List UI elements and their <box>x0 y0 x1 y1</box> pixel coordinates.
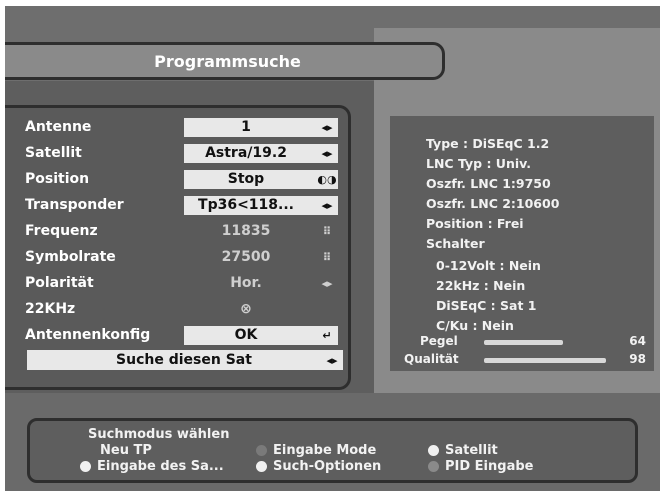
satellit-selector[interactable]: Astra/19.2 ◂▸ <box>184 143 338 163</box>
white-key-icon <box>428 445 439 456</box>
setting-label: Polarität <box>25 275 94 291</box>
left-right-arrows-icon: ◂▸ <box>326 353 338 367</box>
setting-value: OK <box>234 327 258 343</box>
tv-screen: Programmsuche Antenne 1 ◂▸ Satellit Astr… <box>5 6 660 491</box>
setting-value: Stop <box>227 171 265 187</box>
setting-value: 1 <box>241 119 251 135</box>
qualitaet-label: Qualität <box>404 352 459 366</box>
settings-panel: Antenne 1 ◂▸ Satellit Astra/19.2 ◂▸ Posi… <box>5 105 351 390</box>
search-button-label: Suche diesen Sat <box>116 352 252 368</box>
help-item-such-optionen[interactable]: Such-Optionen <box>256 459 381 474</box>
symbolrate-value: 27500 ⠿ <box>184 248 338 267</box>
setting-row-frequenz: Frequenz 11835 ⠿ <box>25 220 343 242</box>
setting-value: Tp36<118... <box>198 197 294 213</box>
setting-label: Antenne <box>25 119 92 135</box>
white-key-icon <box>80 461 91 472</box>
search-mode-help-box: Suchmodus wählen Neu TP Eingabe Mode Sat… <box>27 418 638 483</box>
setting-label: Satellit <box>25 145 82 161</box>
left-right-arrows-icon: ◂▸ <box>321 120 333 134</box>
info-lnc-type: LNC Typ : Univ. <box>426 156 532 171</box>
setting-row-position[interactable]: Position Stop ◐◑ <box>25 168 343 190</box>
setting-label: Symbolrate <box>25 249 116 265</box>
info-type: Type : DiSEqC 1.2 <box>426 136 550 151</box>
setting-label: Position <box>25 171 90 187</box>
info-012volt: 0-12Volt : Nein <box>436 258 541 273</box>
search-this-sat-button[interactable]: Suche diesen Sat ◂▸ <box>27 350 343 370</box>
setting-value: 27500 <box>221 249 271 265</box>
info-22khz: 22kHz : Nein <box>436 278 526 293</box>
setting-row-antennenkonfig[interactable]: Antennenkonfig OK ↵ <box>25 324 343 346</box>
info-lnc2: Oszfr. LNC 2:10600 <box>426 196 560 211</box>
help-item-neu-tp[interactable]: Neu TP <box>100 443 152 458</box>
setting-row-22khz: 22KHz ⊗ <box>25 298 343 320</box>
pegel-meter-bar <box>484 340 564 345</box>
grey-key-icon <box>428 461 439 472</box>
antennenkonfig-ok-button[interactable]: OK ↵ <box>184 325 338 345</box>
frequenz-value: 11835 ⠿ <box>184 222 338 241</box>
setting-row-antenne[interactable]: Antenne 1 ◂▸ <box>25 116 343 138</box>
info-lnc1: Oszfr. LNC 1:9750 <box>426 176 551 191</box>
numeric-keypad-icon: ⠿ <box>322 250 332 264</box>
setting-label: 22KHz <box>25 301 76 317</box>
22khz-value: ⊗ <box>184 300 338 319</box>
setting-value: 11835 <box>221 223 271 239</box>
info-cku: C/Ku : Nein <box>436 318 514 333</box>
left-right-arrows-icon: ◂▸ <box>321 198 333 212</box>
setting-label: Antennenkonfig <box>25 327 151 343</box>
white-key-icon <box>256 461 267 472</box>
help-heading: Suchmodus wählen <box>88 427 230 442</box>
pegel-label: Pegel <box>420 334 458 348</box>
transponder-selector[interactable]: Tp36<118... ◂▸ <box>184 195 338 215</box>
info-position: Position : Frei <box>426 216 524 231</box>
antenne-selector[interactable]: 1 ◂▸ <box>184 117 338 137</box>
setting-row-transponder[interactable]: Transponder Tp36<118... ◂▸ <box>25 194 343 216</box>
setting-row-satellit[interactable]: Satellit Astra/19.2 ◂▸ <box>25 142 343 164</box>
antenna-info-panel: Type : DiSEqC 1.2 LNC Typ : Univ. Oszfr.… <box>390 116 654 371</box>
help-item-satellit[interactable]: Satellit <box>428 443 498 458</box>
polaritaet-value: Hor. ◂▸ <box>184 274 338 293</box>
pegel-value: 64 <box>629 334 646 348</box>
disabled-circle-icon: ⊗ <box>240 301 252 317</box>
setting-value: Astra/19.2 <box>205 145 287 161</box>
title-bar: Programmsuche <box>5 42 445 80</box>
numeric-keypad-icon: ⠿ <box>322 224 332 238</box>
help-item-eingabe-des-sat[interactable]: Eingabe des Sa... <box>80 459 224 474</box>
info-switch-heading: Schalter <box>426 236 485 251</box>
qualitaet-value: 98 <box>629 352 646 366</box>
left-right-arrows-icon: ◂▸ <box>321 276 333 290</box>
enter-icon: ↵ <box>322 328 332 342</box>
setting-value: Hor. <box>230 275 262 291</box>
setting-label: Transponder <box>25 197 124 213</box>
page-title: Programmsuche <box>154 51 301 71</box>
help-item-pid-eingabe[interactable]: PID Eingabe <box>428 459 533 474</box>
help-item-eingabe-mode[interactable]: Eingabe Mode <box>256 443 376 458</box>
info-diseqc: DiSEqC : Sat 1 <box>436 298 537 313</box>
setting-label: Frequenz <box>25 223 98 239</box>
motor-rotate-icon: ◐◑ <box>317 172 337 186</box>
qualitaet-meter-bar <box>484 358 606 363</box>
setting-row-polaritaet: Polarität Hor. ◂▸ <box>25 272 343 294</box>
position-selector[interactable]: Stop ◐◑ <box>184 169 338 189</box>
setting-row-symbolrate: Symbolrate 27500 ⠿ <box>25 246 343 268</box>
grey-key-icon <box>256 445 267 456</box>
left-right-arrows-icon: ◂▸ <box>321 146 333 160</box>
